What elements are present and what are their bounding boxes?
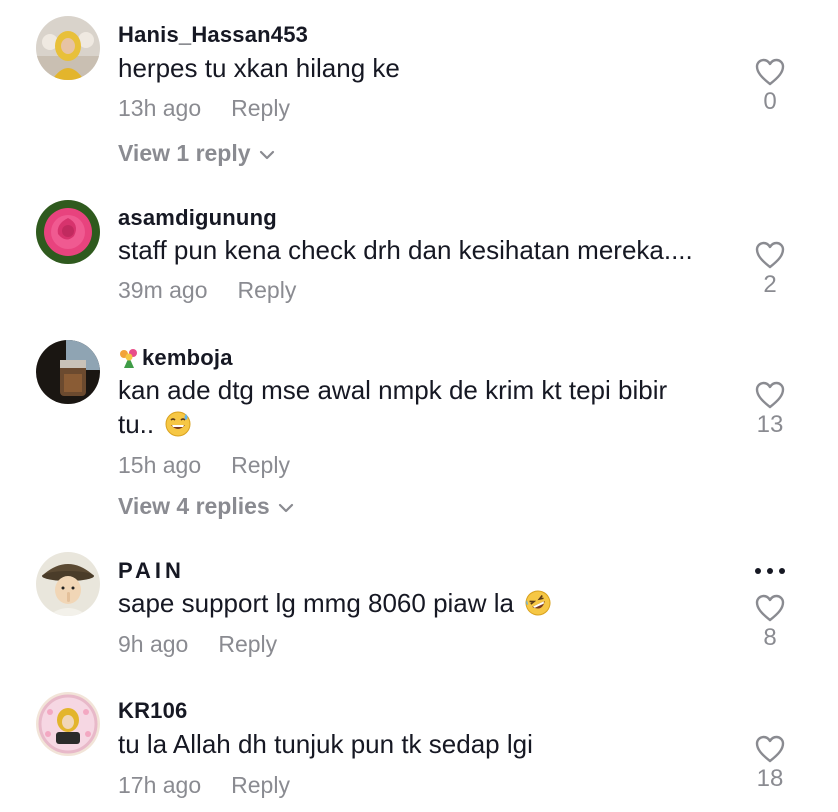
reply-button[interactable]: Reply xyxy=(231,452,290,478)
heart-outline-icon xyxy=(755,735,785,763)
comment-meta: 17h ago Reply xyxy=(118,772,290,799)
username-label: kemboja xyxy=(142,345,233,370)
heart-outline-icon xyxy=(755,58,785,86)
like-count: 8 xyxy=(763,624,777,651)
comment-text: tu la Allah dh tunjuk pun tk sedap lgi xyxy=(118,729,533,759)
rolling-laughing-emoji xyxy=(525,590,551,616)
comment-text: sape support lg mmg 8060 piaw la xyxy=(118,586,551,620)
avatar[interactable] xyxy=(36,552,100,616)
avatar[interactable] xyxy=(36,340,100,404)
chevron-down-icon xyxy=(278,503,293,513)
comment-text-line2: tu.. xyxy=(118,407,191,441)
like-count: 13 xyxy=(756,411,784,438)
comment-time: 9h ago xyxy=(118,631,189,657)
reply-button[interactable]: Reply xyxy=(238,277,297,303)
heart-outline-icon xyxy=(755,594,785,622)
comment-username[interactable]: PAIN xyxy=(118,558,185,584)
comment-time: 15h ago xyxy=(118,452,202,478)
view-replies-label: View 4 replies xyxy=(118,493,270,519)
comment-username[interactable]: Hanis_Hassan453 xyxy=(118,22,308,48)
comment-text: staff pun kena check drh dan kesihatan m… xyxy=(118,235,693,265)
comment-text-line2-label: tu.. xyxy=(118,409,155,439)
avatar[interactable] xyxy=(36,16,100,80)
comment-username[interactable]: asamdigunung xyxy=(118,205,277,231)
reply-button[interactable]: Reply xyxy=(218,631,277,657)
bouquet-emoji xyxy=(120,349,137,368)
reply-button[interactable]: Reply xyxy=(231,95,290,121)
view-replies-label: View 1 reply xyxy=(118,140,251,166)
like-count: 0 xyxy=(763,88,777,115)
more-dots-icon[interactable] xyxy=(750,562,790,580)
reply-button[interactable]: Reply xyxy=(231,772,290,798)
heart-outline-icon xyxy=(755,241,785,269)
comment-username[interactable]: KR106 xyxy=(118,698,187,724)
like-button[interactable]: 0 xyxy=(748,58,792,116)
like-button[interactable]: 8 xyxy=(748,594,792,652)
like-button[interactable]: 2 xyxy=(748,241,792,299)
comment-meta: 39m ago Reply xyxy=(118,277,296,304)
comment-username[interactable]: kemboja xyxy=(118,345,233,371)
comment-time: 17h ago xyxy=(118,772,202,798)
grinning-sweat-emoji xyxy=(165,411,191,437)
comment-text-line1: kan ade dtg mse awal nmpk de krim kt tep… xyxy=(118,375,668,405)
like-count: 18 xyxy=(756,765,784,792)
heart-outline-icon xyxy=(755,381,785,409)
comment-text: herpes tu xkan hilang ke xyxy=(118,53,400,83)
avatar[interactable] xyxy=(36,200,100,264)
avatar[interactable] xyxy=(36,692,100,756)
view-replies-button[interactable]: View 4 replies xyxy=(118,493,294,520)
like-button[interactable]: 18 xyxy=(748,735,792,793)
comment-time: 39m ago xyxy=(118,277,208,303)
comment-time: 13h ago xyxy=(118,95,202,121)
like-count: 2 xyxy=(763,271,777,298)
chevron-down-icon xyxy=(259,150,274,160)
comment-text-label: sape support lg mmg 8060 piaw la xyxy=(118,588,515,618)
view-replies-button[interactable]: View 1 reply xyxy=(118,140,275,167)
comment-meta: 15h ago Reply xyxy=(118,452,290,479)
comment-meta: 13h ago Reply xyxy=(118,95,290,122)
comment-meta: 9h ago Reply xyxy=(118,631,277,658)
like-button[interactable]: 13 xyxy=(748,381,792,439)
